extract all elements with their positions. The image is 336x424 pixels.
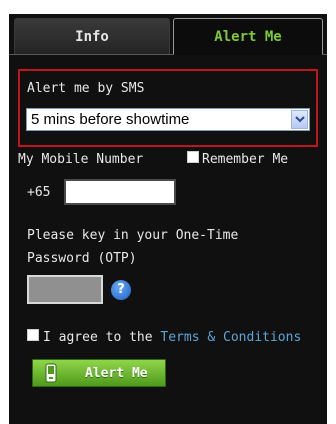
agree-terms-checkbox[interactable]	[27, 329, 39, 341]
remember-me-checkbox[interactable]	[187, 151, 199, 163]
otp-instruction-line2: Password (OTP)	[27, 251, 137, 266]
help-icon[interactable]: ?	[111, 280, 131, 300]
active-tab-gap	[174, 54, 322, 55]
terms-link[interactable]: Terms & Conditions	[160, 330, 301, 345]
sms-timing-select[interactable]: 5 mins before showtime	[26, 108, 310, 131]
tab-info[interactable]: Info	[14, 18, 170, 54]
remember-me-label: Remember Me	[202, 152, 289, 167]
otp-instruction-line1: Please key in your One-Time	[27, 228, 239, 243]
sms-alert-group: Alert me by SMS 5 mins before showtime	[18, 69, 318, 147]
country-code: +65	[27, 185, 51, 200]
otp-input[interactable]	[27, 275, 103, 304]
agree-prefix: I agree to the	[43, 330, 153, 345]
alert-me-button-label: Alert Me	[85, 366, 148, 381]
mobile-number-label: My Mobile Number	[18, 152, 144, 167]
tab-alert-me[interactable]: Alert Me	[173, 18, 323, 54]
sms-timing-value: 5 mins before showtime	[31, 111, 190, 128]
tab-bar: Info Alert Me	[9, 14, 327, 54]
mobile-phone-icon	[45, 363, 57, 387]
alert-me-button[interactable]: Alert Me	[32, 359, 166, 387]
agree-terms-text: I agree to the Terms & Conditions	[43, 330, 301, 345]
chevron-down-icon[interactable]	[291, 110, 308, 129]
mobile-number-input[interactable]	[64, 179, 176, 205]
sms-label: Alert me by SMS	[27, 81, 145, 96]
alert-panel: Info Alert Me Alert me by SMS 5 mins bef…	[9, 14, 327, 424]
